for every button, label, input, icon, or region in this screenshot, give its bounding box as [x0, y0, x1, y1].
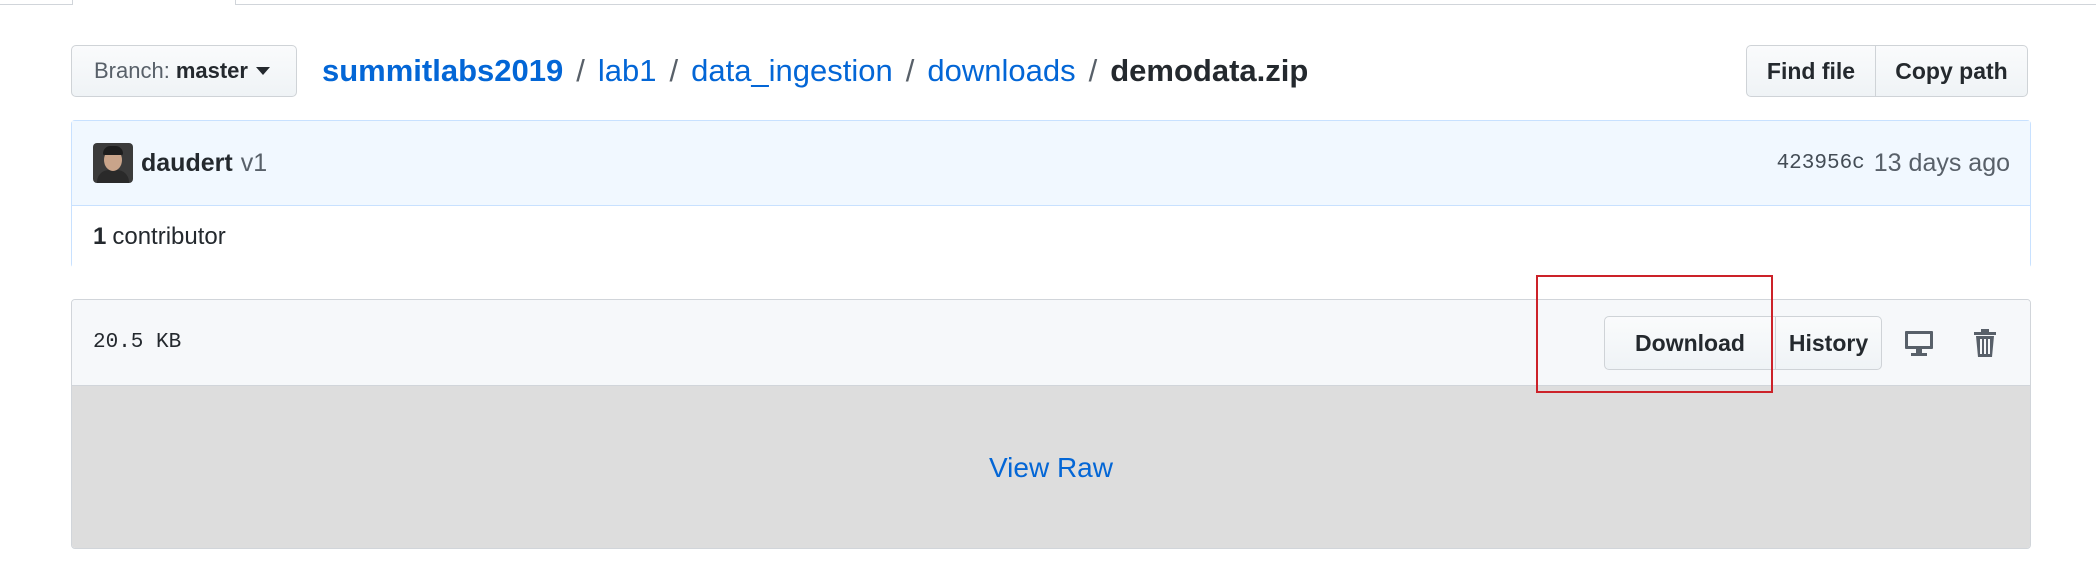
file-nav-button-group: Find file Copy path	[1746, 45, 2028, 97]
breadcrumb-separator: /	[669, 53, 679, 88]
view-raw-link[interactable]: View Raw	[989, 452, 1113, 484]
commit-meta: 423956c 13 days ago	[1777, 121, 2010, 205]
file-blob-body: View Raw	[72, 386, 2030, 548]
find-file-button[interactable]: Find file	[1746, 45, 1876, 97]
avatar[interactable]	[93, 143, 133, 183]
branch-name: master	[175, 58, 248, 83]
caret-down-icon	[255, 67, 270, 75]
file-box: 20.5 KB Download History View Raw	[71, 299, 2031, 549]
history-button[interactable]: History	[1776, 316, 1882, 370]
breadcrumb-current-file: demodata.zip	[1110, 53, 1309, 88]
download-button[interactable]: Download	[1604, 316, 1776, 370]
commit-author-link[interactable]: daudert	[141, 149, 233, 178]
commit-time: 13 days ago	[1873, 148, 2010, 177]
breadcrumb-separator: /	[905, 53, 915, 88]
commit-sha-link[interactable]: 423956c	[1777, 152, 1865, 175]
breadcrumb-data-ingestion-link[interactable]: data_ingestion	[691, 53, 893, 89]
breadcrumb-lab1-link[interactable]: lab1	[598, 53, 657, 89]
contributor-count: 1	[93, 223, 107, 250]
breadcrumb-downloads-link[interactable]: downloads	[927, 53, 1075, 89]
copy-path-button[interactable]: Copy path	[1876, 45, 2028, 97]
trash-icon[interactable]	[1958, 316, 2012, 370]
file-header: 20.5 KB Download History	[72, 300, 2030, 386]
breadcrumb-separator: /	[576, 53, 585, 88]
file-actions-group: Download History	[1604, 316, 1882, 370]
branch-prefix: Branch:	[94, 58, 170, 83]
active-tab-edge	[72, 0, 236, 5]
commit-tease: daudert v1 423956c 13 days ago 1 contrib…	[71, 120, 2031, 268]
file-size: 20.5 KB	[93, 331, 182, 354]
breadcrumb: summitlabs2019 / lab1 / data_ingestion /…	[322, 50, 1308, 92]
commit-message-link[interactable]: v1	[241, 149, 267, 178]
branch-select-button[interactable]: Branch: master	[71, 45, 297, 97]
breadcrumb-separator: /	[1088, 53, 1098, 88]
file-view-page: Branch: master summitlabs2019 / lab1 / d…	[0, 0, 2096, 586]
desktop-icon[interactable]	[1892, 316, 1946, 370]
top-divider	[0, 0, 2096, 5]
contributors-row[interactable]: 1 contributor	[72, 206, 2030, 268]
breadcrumb-repo-link[interactable]: summitlabs2019	[322, 53, 563, 89]
contributor-label: contributor	[112, 223, 226, 250]
latest-commit-row: daudert v1 423956c 13 days ago	[72, 121, 2030, 206]
